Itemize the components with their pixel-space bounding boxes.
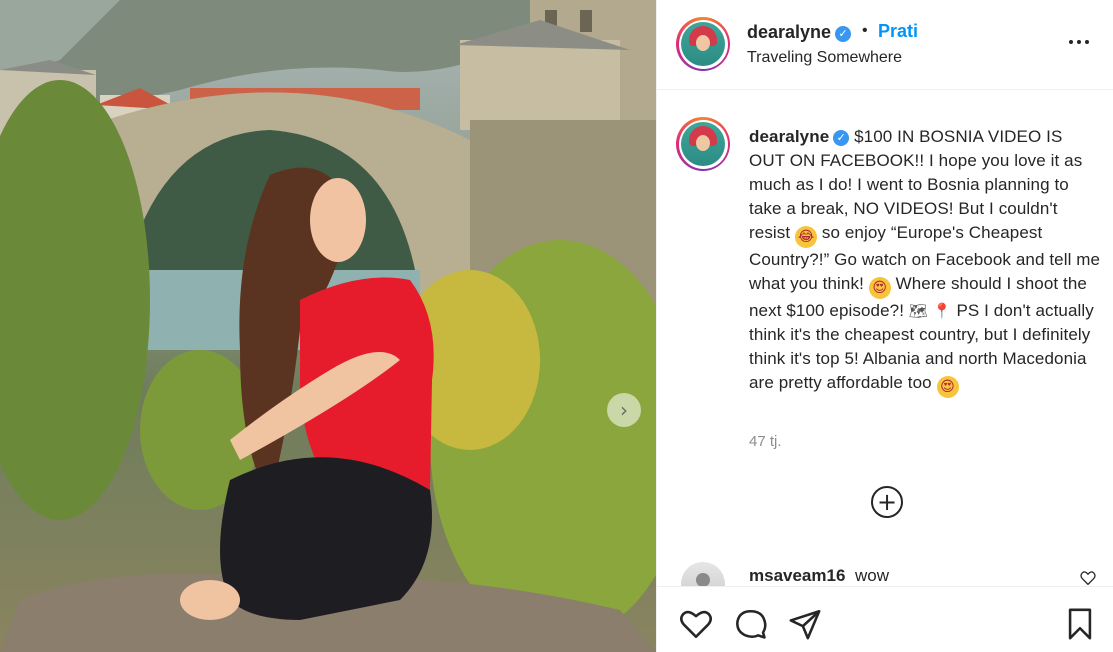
post-side-panel: dearalyne ✓ • Prati Traveling Somewhere d… — [656, 0, 1113, 652]
plus-icon: + — [876, 488, 898, 516]
comment-text: wow — [855, 566, 890, 585]
heart-eyes-emoji-icon: 😍 — [868, 277, 891, 299]
caption-username[interactable]: dearalyne — [749, 127, 829, 146]
chevron-right-icon: › — [620, 398, 628, 422]
comment-like-heart-icon[interactable] — [1080, 571, 1096, 585]
location-link[interactable]: Traveling Somewhere — [747, 49, 902, 67]
laughing-emoji-icon: 😂 — [795, 226, 818, 248]
separator-dot: • — [862, 22, 868, 39]
comment-username[interactable]: msaveam16 — [749, 566, 845, 586]
post-caption: dearalyne ✓ $100 IN BOSNIA VIDEO IS OUT O… — [749, 125, 1101, 398]
post-timestamp[interactable]: 47 tj. — [749, 433, 782, 450]
next-photo-button[interactable]: › — [607, 393, 641, 427]
author-avatar[interactable] — [676, 17, 730, 71]
comment-bubble-icon[interactable] — [734, 607, 768, 641]
photo-illustration — [0, 0, 656, 652]
comments-area: dearalyne ✓ $100 IN BOSNIA VIDEO IS OUT O… — [657, 91, 1113, 586]
world-map-emoji-icon: 🗺 — [908, 302, 929, 320]
avatar-image — [681, 122, 725, 166]
username-text[interactable]: dearalyne — [747, 22, 831, 42]
avatar-image — [681, 22, 725, 66]
post-actions-bar — [657, 586, 1113, 652]
like-heart-icon[interactable] — [679, 607, 713, 641]
caption-avatar[interactable] — [676, 117, 730, 171]
load-more-comments-button[interactable]: + — [871, 486, 903, 518]
verified-badge-icon: ✓ — [835, 26, 852, 42]
more-options-icon[interactable] — [1065, 30, 1093, 54]
post-header: dearalyne ✓ • Prati Traveling Somewhere — [657, 0, 1113, 90]
verified-badge-icon: ✓ — [833, 130, 850, 146]
save-bookmark-icon[interactable] — [1063, 607, 1097, 641]
commenter-avatar[interactable] — [681, 562, 725, 586]
pushpin-emoji-icon: 📍 — [932, 302, 952, 320]
heart-eyes-emoji-icon: 😍 — [936, 376, 959, 398]
follow-button[interactable]: Prati — [878, 21, 918, 42]
commenter-avatar-image — [696, 573, 710, 586]
author-username[interactable]: dearalyne ✓ — [747, 22, 852, 43]
share-send-icon[interactable] — [788, 607, 822, 641]
post-photo[interactable]: › — [0, 0, 656, 652]
